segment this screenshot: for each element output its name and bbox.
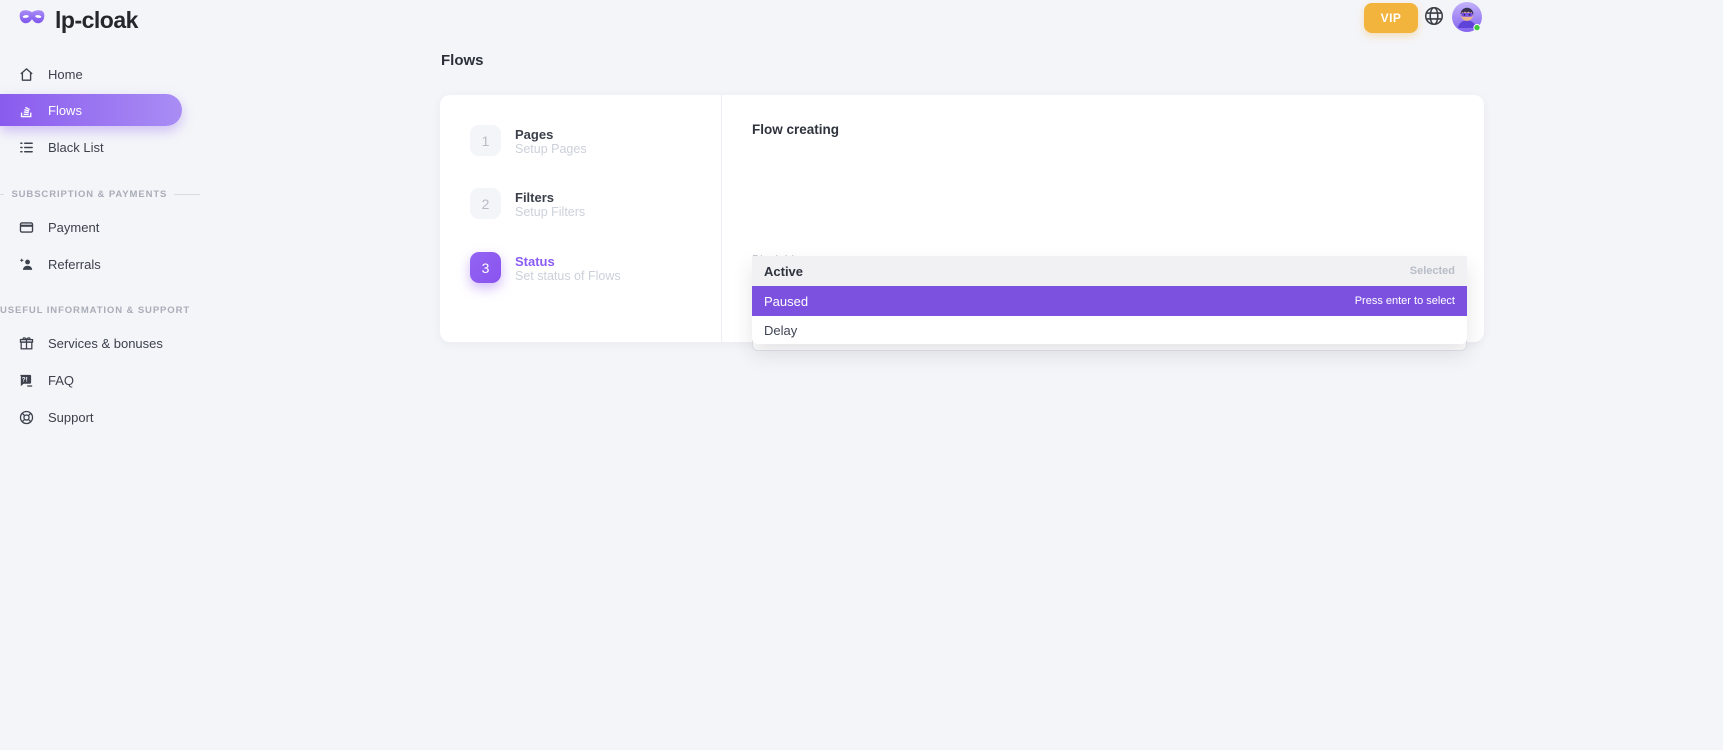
mask-logo-icon (17, 7, 47, 34)
user-avatar[interactable] (1452, 2, 1482, 32)
flow-creating-card: 1 Pages Setup Pages 2 Filters Setup Filt… (440, 95, 1484, 342)
option-delay[interactable]: Delay (752, 316, 1467, 344)
divider-line (174, 194, 200, 195)
home-icon (18, 66, 35, 83)
step-number-badge: 3 (470, 252, 501, 283)
section-heading-label: SUBSCRIPTION & PAYMENTS (11, 189, 167, 200)
online-status-dot (1474, 24, 1480, 30)
sidebar-item-label: Services & bonuses (48, 336, 163, 351)
app-root: lp-cloak VIP (0, 0, 1723, 750)
person-add-icon (18, 256, 35, 273)
sidebar-item-services-bonuses[interactable]: Services & bonuses (0, 327, 200, 359)
sidebar-item-label: Payment (48, 220, 99, 235)
option-hint: Press enter to select (1355, 295, 1455, 307)
card-divider (721, 95, 722, 342)
step-number-badge: 2 (470, 188, 501, 219)
svg-text:?!: ?! (22, 376, 28, 383)
vip-button[interactable]: VIP (1364, 3, 1418, 33)
step-number-badge: 1 (470, 125, 501, 156)
sidebar-item-flows[interactable]: Flows (0, 94, 182, 126)
step-status[interactable]: 3 Status Set status of Flows (470, 252, 621, 284)
sidebar-item-label: Flows (48, 103, 82, 118)
sidebar-item-label: Referrals (48, 257, 101, 272)
option-label: Paused (764, 294, 808, 309)
option-label: Active (764, 264, 803, 279)
brand-name: lp-cloak (55, 7, 138, 34)
sidebar-item-payment[interactable]: Payment (0, 211, 200, 243)
globe-icon[interactable] (1423, 5, 1445, 27)
flows-stack-icon (18, 102, 35, 119)
step-title: Filters (515, 188, 585, 205)
option-hint: Selected (1410, 265, 1455, 277)
step-subtitle: Set status of Flows (515, 269, 621, 284)
gift-icon (18, 335, 35, 352)
step-title: Pages (515, 125, 587, 142)
divider-line (0, 194, 4, 195)
option-active[interactable]: Active Selected (752, 256, 1467, 286)
sidebar-item-referrals[interactable]: Referrals (0, 248, 200, 280)
credit-card-icon (18, 219, 35, 236)
sidebar-item-label: Home (48, 67, 83, 82)
sidebar-section-heading: SUBSCRIPTION & PAYMENTS (0, 188, 200, 200)
form-title: Flow creating (752, 122, 839, 137)
lifebuoy-icon (18, 409, 35, 426)
sidebar-item-label: Black List (48, 140, 104, 155)
step-subtitle: Setup Pages (515, 142, 587, 157)
sidebar-item-support[interactable]: Support (0, 401, 200, 433)
step-title: Status (515, 252, 621, 269)
sidebar-item-label: Support (48, 410, 94, 425)
sidebar-section-heading: USEFUL INFORMATION & SUPPORT (0, 304, 200, 316)
step-subtitle: Setup Filters (515, 205, 585, 220)
flow-status-dropdown: Active Selected Paused Press enter to se… (752, 256, 1467, 344)
sidebar-item-label: FAQ (48, 373, 74, 388)
option-paused[interactable]: Paused Press enter to select (752, 286, 1467, 316)
step-filters[interactable]: 2 Filters Setup Filters (470, 188, 585, 220)
brand-logo[interactable]: lp-cloak (17, 7, 138, 34)
sidebar-item-black-list[interactable]: Black List (0, 131, 200, 163)
faq-bubble-icon: ?! (18, 372, 35, 389)
page-title: Flows (441, 52, 484, 69)
sidebar-item-faq[interactable]: ?! FAQ (0, 364, 200, 396)
list-icon (18, 139, 35, 156)
sidebar-item-home[interactable]: Home (0, 58, 200, 90)
section-heading-label: USEFUL INFORMATION & SUPPORT (0, 305, 190, 316)
option-label: Delay (764, 323, 797, 338)
step-pages[interactable]: 1 Pages Setup Pages (470, 125, 587, 157)
